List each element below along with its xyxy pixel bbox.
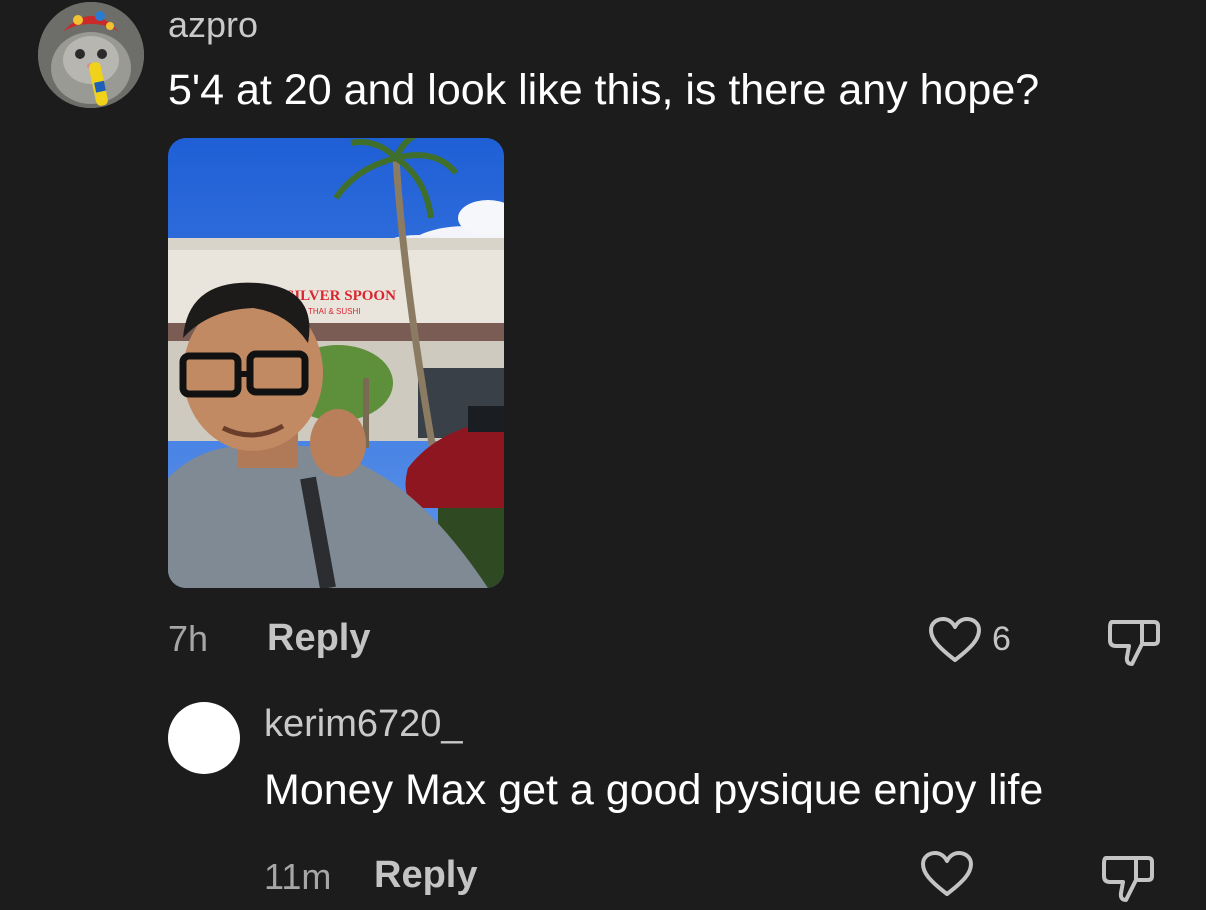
store-sign-text: SILVER SPOON xyxy=(286,288,396,304)
comment-text: Money Max get a good pysique enjoy life xyxy=(264,766,1044,814)
reply-button[interactable]: Reply xyxy=(374,854,477,897)
avatar[interactable] xyxy=(38,2,144,108)
comment-username[interactable]: kerim6720_ xyxy=(264,703,463,746)
heart-outline-icon[interactable] xyxy=(920,850,974,898)
selfie-photo-image: SILVER SPOON THAI & SUSHI xyxy=(168,138,504,588)
heart-outline-icon[interactable] xyxy=(928,616,982,664)
comment-timestamp: 11m xyxy=(264,856,332,897)
comment-text: 5'4 at 20 and look like this, is there a… xyxy=(168,66,1040,114)
comment-photo[interactable]: SILVER SPOON THAI & SUSHI xyxy=(168,138,504,588)
comment-timestamp: 7h xyxy=(168,618,209,659)
like-count: 6 xyxy=(992,620,1011,658)
reply-button[interactable]: Reply xyxy=(267,617,370,660)
comment-username[interactable]: azpro xyxy=(168,4,258,46)
svg-text:THAI & SUSHI: THAI & SUSHI xyxy=(308,307,360,316)
thumbs-down-outline-icon[interactable] xyxy=(1100,850,1156,904)
avatar[interactable] xyxy=(168,702,240,774)
thumbs-down-outline-icon[interactable] xyxy=(1106,614,1162,668)
cat-avatar-image xyxy=(38,2,144,108)
